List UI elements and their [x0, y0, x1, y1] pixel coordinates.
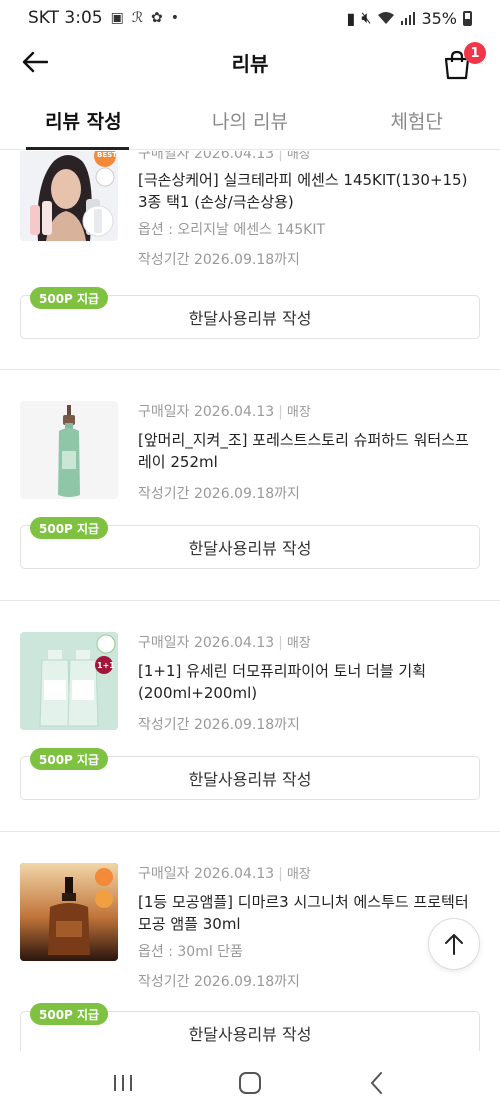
point-badge: 500P 지급 — [30, 517, 109, 539]
arrow-up-icon — [445, 934, 463, 955]
product-name[interactable]: [앞머리_지켜_조] 포레스트스토리 슈퍼하드 워터스프레이 252ml — [138, 429, 478, 473]
product-image — [20, 863, 118, 961]
app-notification-icon: ℛ — [131, 10, 143, 26]
app-notification-icon-2: ✿ — [151, 10, 163, 26]
one-plus-one-label: 1+1 — [97, 661, 115, 670]
review-tabs: 리뷰 작성 나의 리뷰 체험단 — [0, 92, 500, 150]
divider — [0, 600, 500, 601]
list-item: 구매일자 2026.04.13 | 매장 [앞머리_지켜_조] 포레스트스토리 슈퍼… — [0, 401, 500, 599]
back-button[interactable] — [18, 46, 52, 78]
product-image: 1+1 — [20, 632, 118, 730]
tab-my-reviews[interactable]: 나의 리뷰 — [167, 92, 334, 149]
divider — [0, 831, 500, 832]
product-option: 옵션 : 30ml 단품 — [138, 944, 243, 960]
arrow-left-icon — [22, 51, 48, 73]
tab-write-review[interactable]: 리뷰 작성 — [0, 92, 167, 150]
product-image — [20, 401, 118, 499]
chevron-left-icon — [370, 1071, 382, 1094]
purchase-date: 구매일자 2026.04.13 | 매장 — [138, 635, 311, 651]
status-bar: SKT 3:05 ▣ ℛ ✿ • ▮ 🔇︎ 35% — [0, 0, 500, 36]
review-period: 작성기간 2026.09.18까지 — [138, 252, 300, 268]
mute-icon: 🔇︎ — [361, 8, 372, 27]
more-notifications-dot-icon: • — [170, 10, 179, 26]
product-name[interactable]: [극손상케어] 실크테라피 에센스 145KIT(130+15) 3종 택1 (… — [138, 169, 478, 213]
list-item: 구매일자 2026.04.13 | 매장 [1등 모공앰플] 디마르3 시그니처 에… — [0, 863, 500, 1051]
product-name[interactable]: [1등 모공앰플] 디마르3 시그니처 에스투드 프로텍터 모공 앰플 30ml — [138, 891, 478, 935]
recent-apps-icon — [114, 1074, 133, 1091]
home-icon — [238, 1071, 261, 1094]
battery-percent: 35% — [421, 8, 457, 28]
system-navigation-bar — [0, 1052, 500, 1113]
product-image: BEST — [20, 151, 118, 241]
tab-experience-group[interactable]: 체험단 — [333, 92, 500, 149]
purchase-date: 구매일자 2026.04.13 | 매장 — [138, 151, 478, 163]
best-label: BEST — [97, 151, 117, 159]
product-option: 옵션 : 오리지날 에센스 145KIT — [138, 222, 326, 238]
store-label: 매장 — [286, 867, 311, 882]
review-period: 작성기간 2026.09.18까지 — [138, 717, 300, 733]
list-item: 1+1 구매일자 2026.04.13 | 매장 [1+1] 유세린 더모퓨리파이어… — [0, 632, 500, 830]
store-label: 매장 — [286, 405, 311, 420]
back-nav-button[interactable] — [347, 1063, 407, 1103]
signal-icon — [401, 12, 416, 25]
battery-saver-icon: ▮ — [346, 8, 356, 28]
home-button[interactable] — [220, 1063, 280, 1103]
product-name[interactable]: [1+1] 유세린 더모퓨리파이어 토너 더블 기획 (200ml+200ml) — [138, 660, 478, 704]
point-badge: 500P 지급 — [30, 287, 109, 309]
wifi-icon — [378, 12, 395, 24]
point-badge: 500P 지급 — [30, 748, 109, 770]
cart-count-badge: 1 — [464, 42, 486, 64]
store-label: 매장 — [286, 151, 311, 162]
gallery-icon: ▣ — [110, 10, 124, 26]
recent-apps-button[interactable] — [93, 1063, 153, 1103]
purchase-date: 구매일자 2026.04.13 | 매장 — [138, 866, 311, 882]
list-item: BEST 구매일자 2026.04.13 | 매장 [극손상케어] 실크테라피 에센… — [0, 151, 500, 371]
point-badge: 500P 지급 — [30, 1003, 109, 1025]
shopping-bag-button[interactable]: 1 — [440, 42, 486, 82]
page-title: 리뷰 — [231, 51, 269, 76]
review-period: 작성기간 2026.09.18까지 — [138, 974, 300, 990]
app-header: 리뷰 1 — [0, 36, 500, 88]
carrier-time: SKT 3:05 — [28, 8, 103, 28]
scroll-to-top-button[interactable] — [428, 918, 480, 970]
battery-icon — [463, 10, 472, 26]
review-list[interactable]: BEST 구매일자 2026.04.13 | 매장 [극손상케어] 실크테라피 에센… — [0, 151, 500, 1051]
divider — [0, 369, 500, 370]
purchase-date: 구매일자 2026.04.13 | 매장 — [138, 404, 311, 420]
store-label: 매장 — [286, 636, 311, 651]
review-period: 작성기간 2026.09.18까지 — [138, 486, 300, 502]
